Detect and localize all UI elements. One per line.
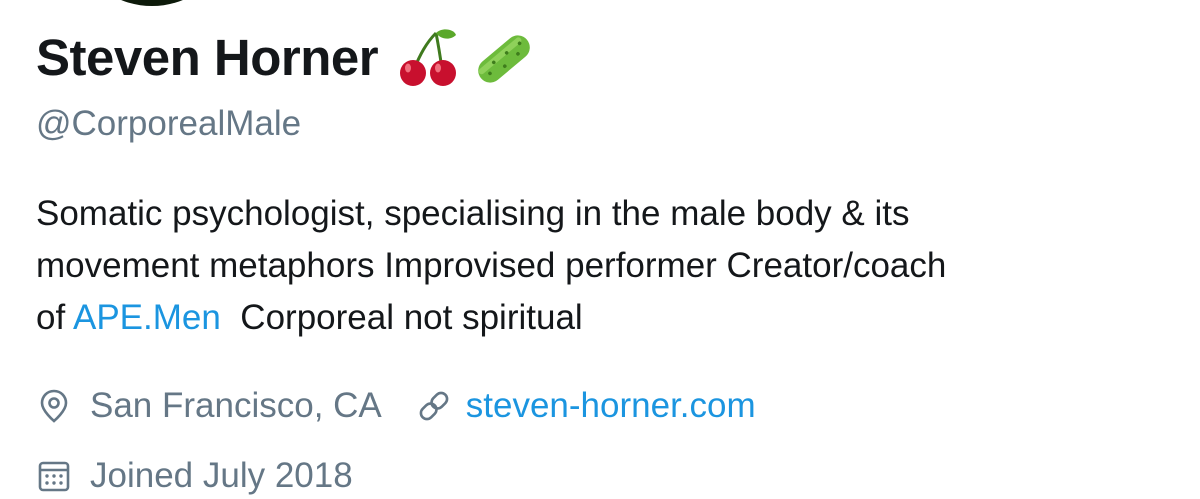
cucumber-emoji xyxy=(470,25,538,89)
avatar[interactable] xyxy=(92,0,212,6)
profile-bio: Somatic psychologist, specialising in th… xyxy=(36,188,1176,344)
bio-line: Somatic psychologist, specialising in th… xyxy=(36,194,910,233)
bio-text: Corporeal not spiritual xyxy=(220,298,583,337)
bio-text: of xyxy=(36,298,73,337)
profile-location: San Francisco, CA xyxy=(90,386,382,425)
profile-header: Steven Horner @CorporealMale Somatic psy… xyxy=(0,0,1200,499)
calendar-icon xyxy=(36,458,72,494)
location-pin-icon xyxy=(36,388,72,424)
link-icon xyxy=(416,388,452,424)
profile-meta-row: San Francisco, CA steven-horner.com xyxy=(36,382,756,430)
bio-line: movement metaphors Improvised performer … xyxy=(36,246,947,285)
profile-joined-row: Joined July 2018 xyxy=(36,452,353,499)
cherries-emoji xyxy=(396,25,460,89)
display-name: Steven Horner xyxy=(36,28,379,86)
bio-link-ape-men[interactable]: APE.Men xyxy=(73,298,221,337)
profile-joined-date: Joined July 2018 xyxy=(90,456,353,495)
profile-website-link[interactable]: steven-horner.com xyxy=(466,386,756,426)
name-row: Steven Horner xyxy=(36,22,538,92)
bio-line: of APE.Men Corporeal not spiritual xyxy=(36,292,1176,344)
profile-handle: @CorporealMale xyxy=(36,104,302,143)
